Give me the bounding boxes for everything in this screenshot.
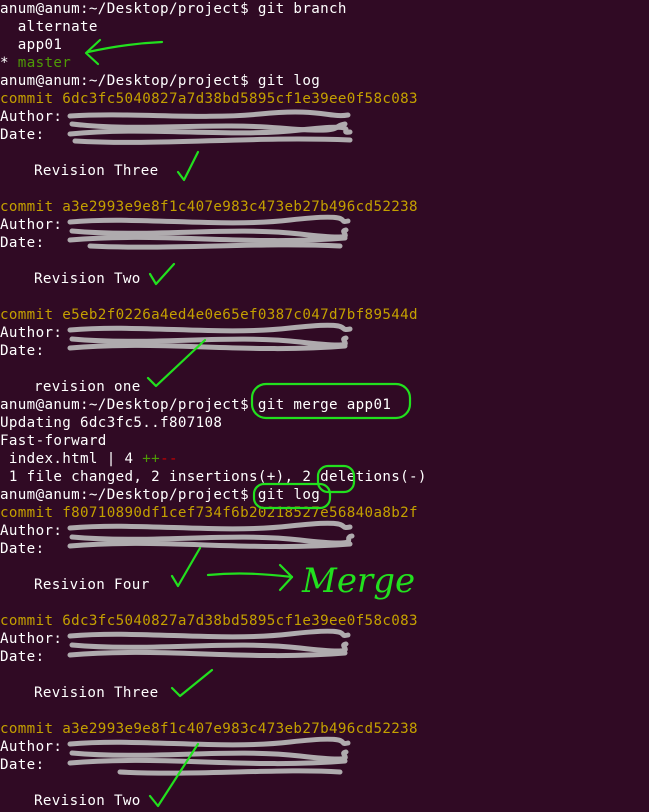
commit-message: revision one	[34, 379, 141, 395]
merge-summary: 1 file changed, 2 insertions(+), 2 delet…	[0, 469, 427, 485]
prompt-line: anum@anum:~/Desktop/project$ git log	[0, 486, 649, 504]
command-text: git log	[248, 73, 321, 89]
date-label: Date:	[0, 343, 45, 359]
date-label: Date:	[0, 235, 45, 251]
commit-hash: commit e5eb2f0226a4ed4e0e65ef0387c047d7b…	[0, 307, 418, 323]
merge-fast-forward: Fast-forward	[0, 433, 107, 449]
author-label: Author:	[0, 217, 63, 233]
commit-hash: commit a3e2993e9e8f1c407e983c473eb27b496…	[0, 199, 418, 215]
date-label: Date:	[0, 127, 45, 143]
branch-item: alternate	[0, 19, 98, 35]
prompt: anum@anum:~/Desktop/project$	[0, 397, 249, 413]
commit-message: Resivion Four	[34, 577, 150, 593]
author-label: Author:	[0, 631, 63, 647]
commit-message: Revision Two	[34, 271, 141, 287]
prompt-line: anum@anum:~/Desktop/project$ git branch	[0, 0, 649, 18]
commit-message: Revision Three	[34, 685, 159, 701]
prompt: anum@anum:~/Desktop/project$	[0, 487, 249, 503]
command-text: git branch	[248, 1, 347, 17]
author-label: Author:	[0, 739, 63, 755]
prompt-line: anum@anum:~/Desktop/project$ git log	[0, 72, 649, 90]
diffstat-minus: --	[160, 451, 178, 467]
diffstat-file: index.html | 4	[0, 451, 143, 467]
commit-message: Revision Three	[34, 163, 159, 179]
commit-hash: commit 6dc3fc5040827a7d38bd5895cf1e39ee0…	[0, 91, 418, 107]
diffstat-plus: ++	[142, 451, 161, 467]
commit-hash: commit f80710890df1cef734f6b2021852​7e56…	[0, 505, 418, 521]
prompt: anum@anum:~/Desktop/project$	[0, 73, 249, 89]
command-text: git log	[248, 487, 321, 503]
command-text: git merge app01	[248, 397, 392, 413]
date-label: Date:	[0, 649, 45, 665]
date-label: Date:	[0, 541, 45, 557]
merge-updating: Updating 6dc3fc5..f807108	[0, 415, 223, 431]
current-branch-line: * master	[0, 54, 649, 72]
terminal-output: anum@anum:~/Desktop/project$ git branch …	[0, 0, 649, 810]
current-branch: master	[17, 55, 72, 71]
prompt: anum@anum:~/Desktop/project$	[0, 1, 249, 17]
commit-hash: commit 6dc3fc5040827a7d38bd5895cf1e39ee0…	[0, 613, 418, 629]
branch-item: app01	[0, 37, 63, 53]
commit-message: Revision Two	[34, 793, 141, 809]
prompt-line: anum@anum:~/Desktop/project$ git merge a…	[0, 396, 649, 414]
author-label: Author:	[0, 523, 63, 539]
date-label: Date:	[0, 757, 45, 773]
author-label: Author:	[0, 325, 63, 341]
current-branch-marker: *	[0, 55, 18, 71]
commit-hash: commit a3e2993e9e8f1c407e983c473eb27b496…	[0, 721, 418, 737]
diffstat-line: index.html | 4 ++--	[0, 450, 649, 468]
author-label: Author:	[0, 109, 63, 125]
